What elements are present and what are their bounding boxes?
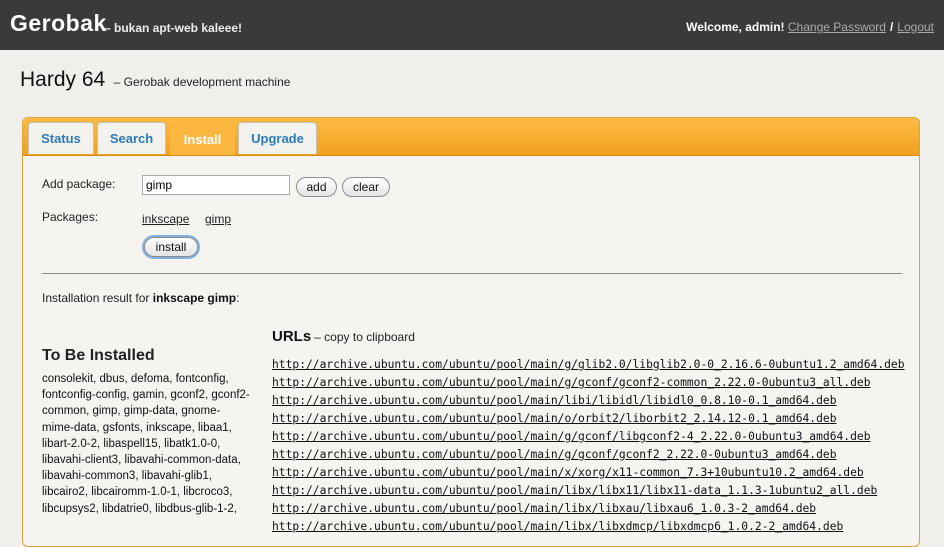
copy-to-clipboard[interactable]: – copy to clipboard <box>314 330 415 344</box>
change-password-link[interactable]: Change Password <box>788 20 886 34</box>
tab-upgrade[interactable]: Upgrade <box>238 122 317 154</box>
url-link[interactable]: http://archive.ubuntu.com/ubuntu/pool/ma… <box>272 502 816 515</box>
page-title: Hardy 64 <box>20 68 106 91</box>
to-be-installed-heading: To Be Installed <box>42 347 155 364</box>
package-link-gimp[interactable]: gimp <box>205 212 231 226</box>
url-link[interactable]: http://archive.ubuntu.com/ubuntu/pool/ma… <box>272 484 877 497</box>
url-link[interactable]: http://archive.ubuntu.com/ubuntu/pool/ma… <box>272 376 871 389</box>
separator: / <box>889 20 894 34</box>
url-link[interactable]: http://archive.ubuntu.com/ubuntu/pool/ma… <box>272 466 864 479</box>
installation-result: Installation result for inkscape gimp: <box>42 291 239 305</box>
list-item: http://archive.ubuntu.com/ubuntu/pool/ma… <box>272 482 912 500</box>
list-item: http://archive.ubuntu.com/ubuntu/pool/ma… <box>272 428 912 446</box>
logout-link[interactable]: Logout <box>897 20 934 34</box>
urls-title: URLs <box>272 328 312 345</box>
url-list: http://archive.ubuntu.com/ubuntu/pool/ma… <box>272 356 912 536</box>
tab-install[interactable]: Install <box>170 122 235 155</box>
install-button[interactable]: install <box>144 237 198 257</box>
top-bar: Gerobak – bukan apt-web kaleee! Welcome,… <box>0 0 944 50</box>
app-brand[interactable]: Gerobak <box>10 10 107 37</box>
url-link[interactable]: http://archive.ubuntu.com/ubuntu/pool/ma… <box>272 358 905 371</box>
divider <box>42 273 902 274</box>
list-item: http://archive.ubuntu.com/ubuntu/pool/ma… <box>272 518 912 536</box>
url-link[interactable]: http://archive.ubuntu.com/ubuntu/pool/ma… <box>272 520 843 533</box>
result-query: inkscape gimp <box>152 291 237 305</box>
clear-button[interactable]: clear <box>342 177 390 197</box>
urls-heading: URLs – copy to clipboard <box>272 328 415 345</box>
list-item: http://archive.ubuntu.com/ubuntu/pool/ma… <box>272 464 912 482</box>
url-link[interactable]: http://archive.ubuntu.com/ubuntu/pool/ma… <box>272 448 837 461</box>
list-item: http://archive.ubuntu.com/ubuntu/pool/ma… <box>272 356 912 374</box>
list-item: http://archive.ubuntu.com/ubuntu/pool/ma… <box>272 374 912 392</box>
result-prefix: Installation result for <box>42 291 150 305</box>
list-item: http://archive.ubuntu.com/ubuntu/pool/ma… <box>272 392 912 410</box>
tab-bar: Status Search Install Upgrade <box>23 118 919 156</box>
app-tagline: – bukan apt-web kaleee! <box>104 21 243 35</box>
url-link[interactable]: http://archive.ubuntu.com/ubuntu/pool/ma… <box>272 412 837 425</box>
url-link[interactable]: http://archive.ubuntu.com/ubuntu/pool/ma… <box>272 394 837 407</box>
list-item: http://archive.ubuntu.com/ubuntu/pool/ma… <box>272 500 912 518</box>
welcome-text: Welcome, admin! <box>686 20 785 34</box>
tab-search[interactable]: Search <box>97 122 166 154</box>
package-link-inkscape[interactable]: inkscape <box>142 212 189 226</box>
tab-status[interactable]: Status <box>28 122 94 154</box>
main-panel: Status Search Install Upgrade Add packag… <box>22 117 920 547</box>
packages-label: Packages: <box>42 210 99 224</box>
add-button[interactable]: add <box>296 177 337 197</box>
page-subtitle: – Gerobak development machine <box>113 75 291 89</box>
list-item: http://archive.ubuntu.com/ubuntu/pool/ma… <box>272 410 912 428</box>
url-link[interactable]: http://archive.ubuntu.com/ubuntu/pool/ma… <box>272 430 871 443</box>
add-package-label: Add package: <box>42 177 116 191</box>
package-input[interactable] <box>142 175 290 195</box>
to-be-installed-list: consolekit, dbus, defoma, fontconfig, fo… <box>42 373 250 515</box>
list-item: http://archive.ubuntu.com/ubuntu/pool/ma… <box>272 446 912 464</box>
page-heading: Hardy 64 – Gerobak development machine <box>20 68 290 92</box>
user-box: Welcome, admin! Change Password / Logout <box>686 20 934 34</box>
result-suffix: : <box>236 291 240 305</box>
